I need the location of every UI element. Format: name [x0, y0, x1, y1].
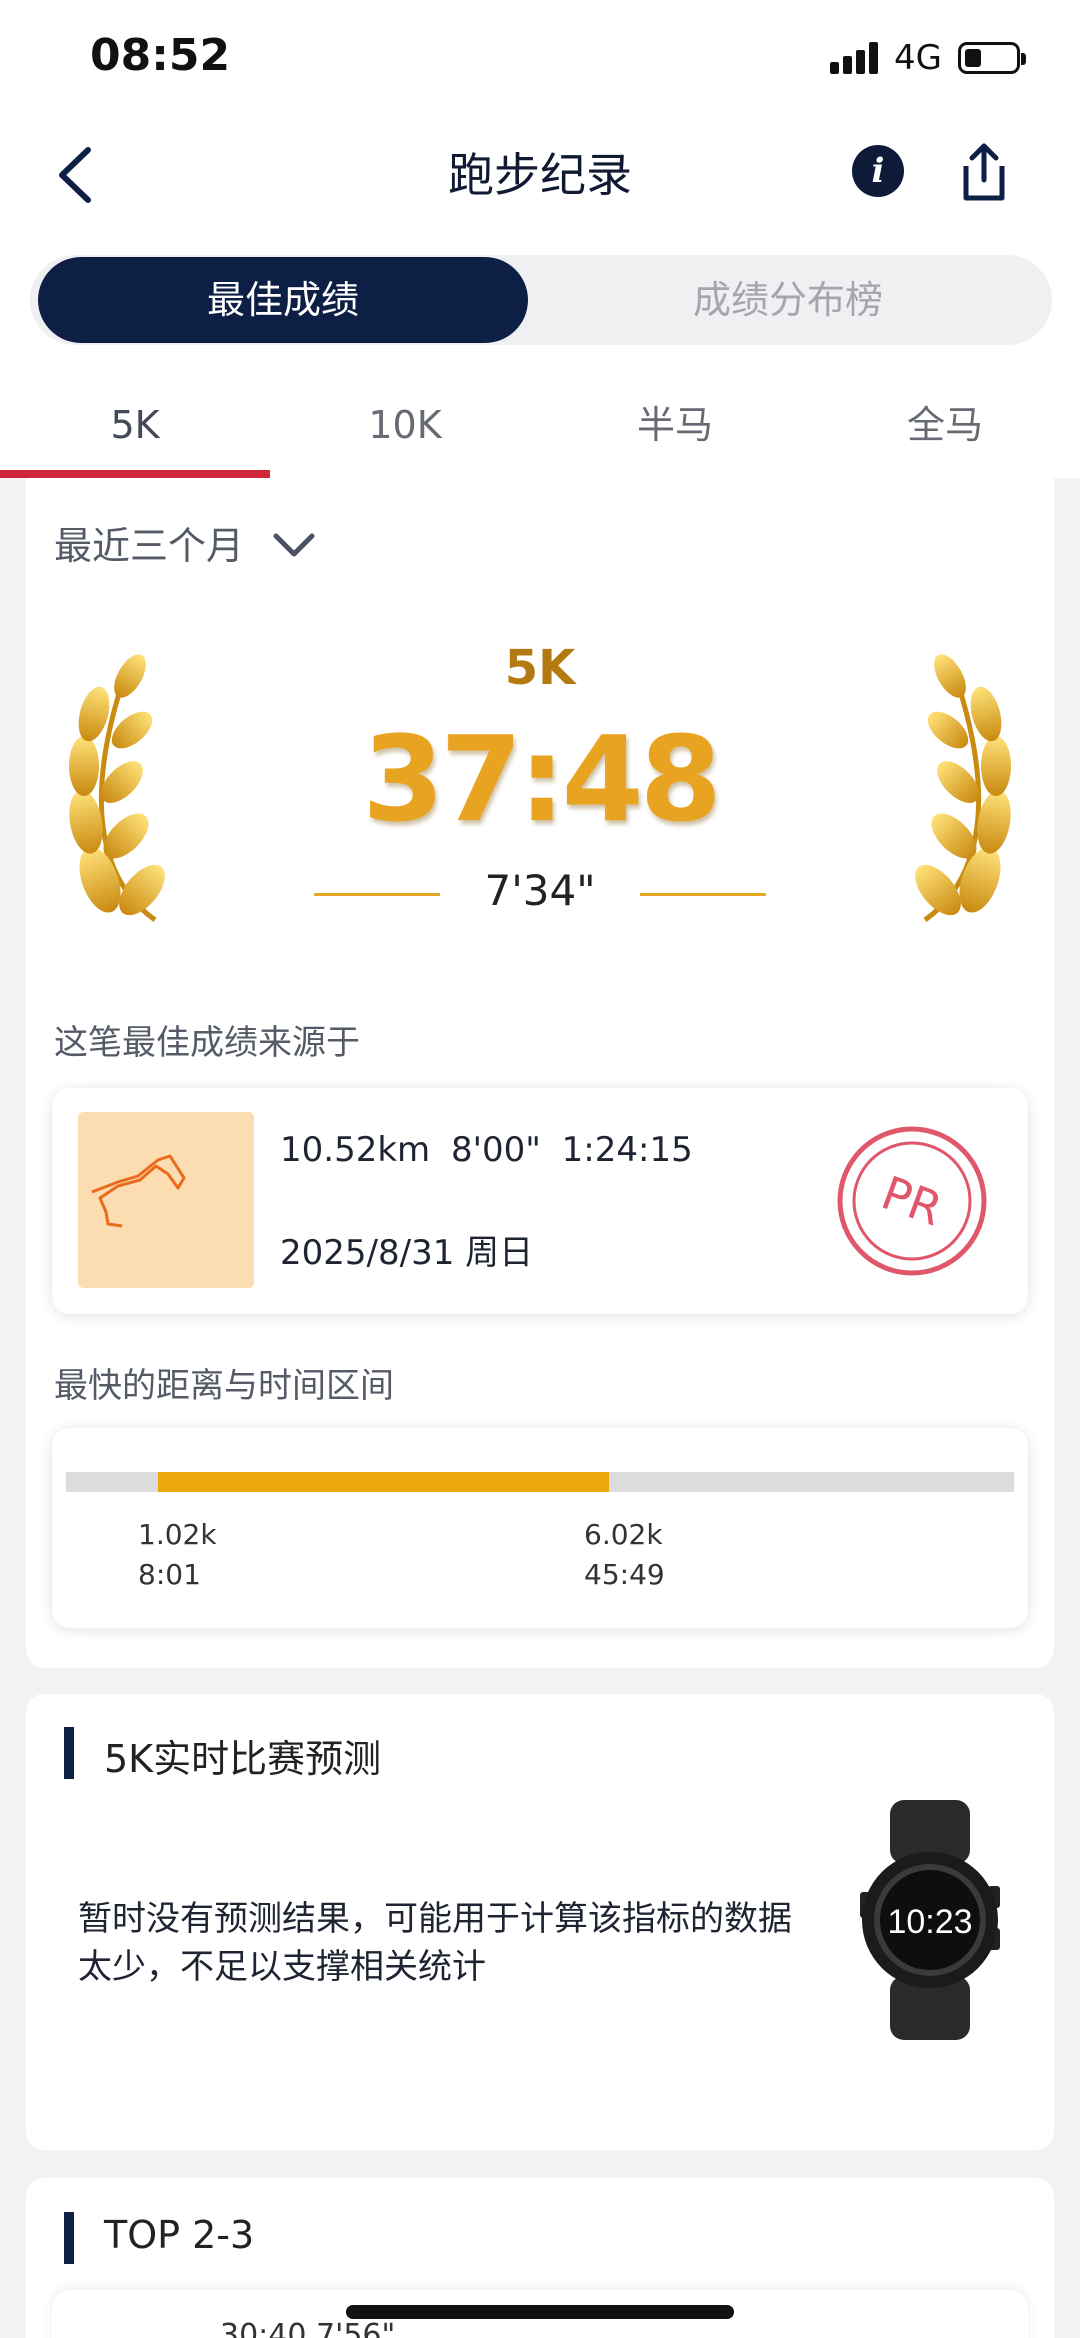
source-date: 2025/8/31 周日	[280, 1233, 534, 1273]
period-selector-label[interactable]: 最近三个月	[54, 515, 244, 570]
share-icon[interactable]	[958, 140, 1010, 204]
prediction-title: 5K实时比赛预测	[104, 1737, 382, 1781]
range-end-time: 45:49	[584, 1558, 665, 1591]
range-start-time: 8:01	[138, 1558, 201, 1591]
pr-badge: PR	[836, 1125, 988, 1277]
status-time: 08:52	[90, 30, 231, 81]
segment-best-results[interactable]: 最佳成绩	[38, 257, 528, 343]
tab-10k[interactable]: 10K	[270, 385, 540, 465]
top-record-row-text: 30:40 7'56"	[220, 2318, 396, 2338]
pace-divider-right	[640, 893, 766, 896]
laurel-left-icon	[69, 654, 165, 923]
tab-5k[interactable]: 5K	[0, 385, 270, 465]
nav-bar	[0, 120, 1080, 250]
prediction-message: 暂时没有预测结果，可能用于计算该指标的数据太少，不足以支撑相关统计	[78, 1899, 792, 1987]
info-icon[interactable]: i	[852, 145, 904, 197]
watch-time: 10:23	[887, 1903, 972, 1941]
range-section-label: 最快的距离与时间区间	[54, 1366, 394, 1406]
back-icon[interactable]	[50, 140, 110, 210]
source-duration: 1:24:15	[561, 1130, 693, 1170]
best-pace-value: 7'34"	[484, 866, 596, 915]
source-stats: 10.52km 8'00" 1:24:15	[280, 1130, 693, 1170]
tab-marathon[interactable]: 全马	[810, 385, 1080, 465]
range-fill	[157, 1472, 610, 1492]
signal-icon	[830, 42, 880, 74]
route-map-thumbnail[interactable]	[78, 1112, 254, 1288]
top-title: TOP 2-3	[104, 2213, 255, 2257]
best-distance-label: 5K	[504, 640, 576, 696]
laurel-right-icon	[915, 654, 1011, 923]
chevron-down-icon[interactable]	[272, 530, 316, 560]
segment-distribution[interactable]: 成绩分布榜	[528, 257, 1048, 343]
source-pace: 8'00"	[450, 1130, 541, 1170]
range-start-distance: 1.02k	[138, 1518, 217, 1551]
pace-divider-left	[314, 893, 440, 896]
home-indicator[interactable]	[346, 2305, 734, 2319]
watch-image: 10:23	[860, 1800, 1000, 2040]
active-tab-indicator	[0, 470, 270, 478]
tab-half-marathon[interactable]: 半马	[540, 385, 810, 465]
source-distance: 10.52km	[280, 1130, 431, 1170]
source-section-label: 这笔最佳成绩来源于	[54, 1023, 360, 1063]
section-marker-top	[64, 2212, 74, 2264]
range-end-distance: 6.02k	[584, 1518, 663, 1551]
section-marker	[64, 1727, 74, 1779]
best-time-value: 37:48	[362, 710, 722, 848]
network-type: 4G	[894, 38, 942, 78]
battery-icon	[958, 42, 1026, 74]
